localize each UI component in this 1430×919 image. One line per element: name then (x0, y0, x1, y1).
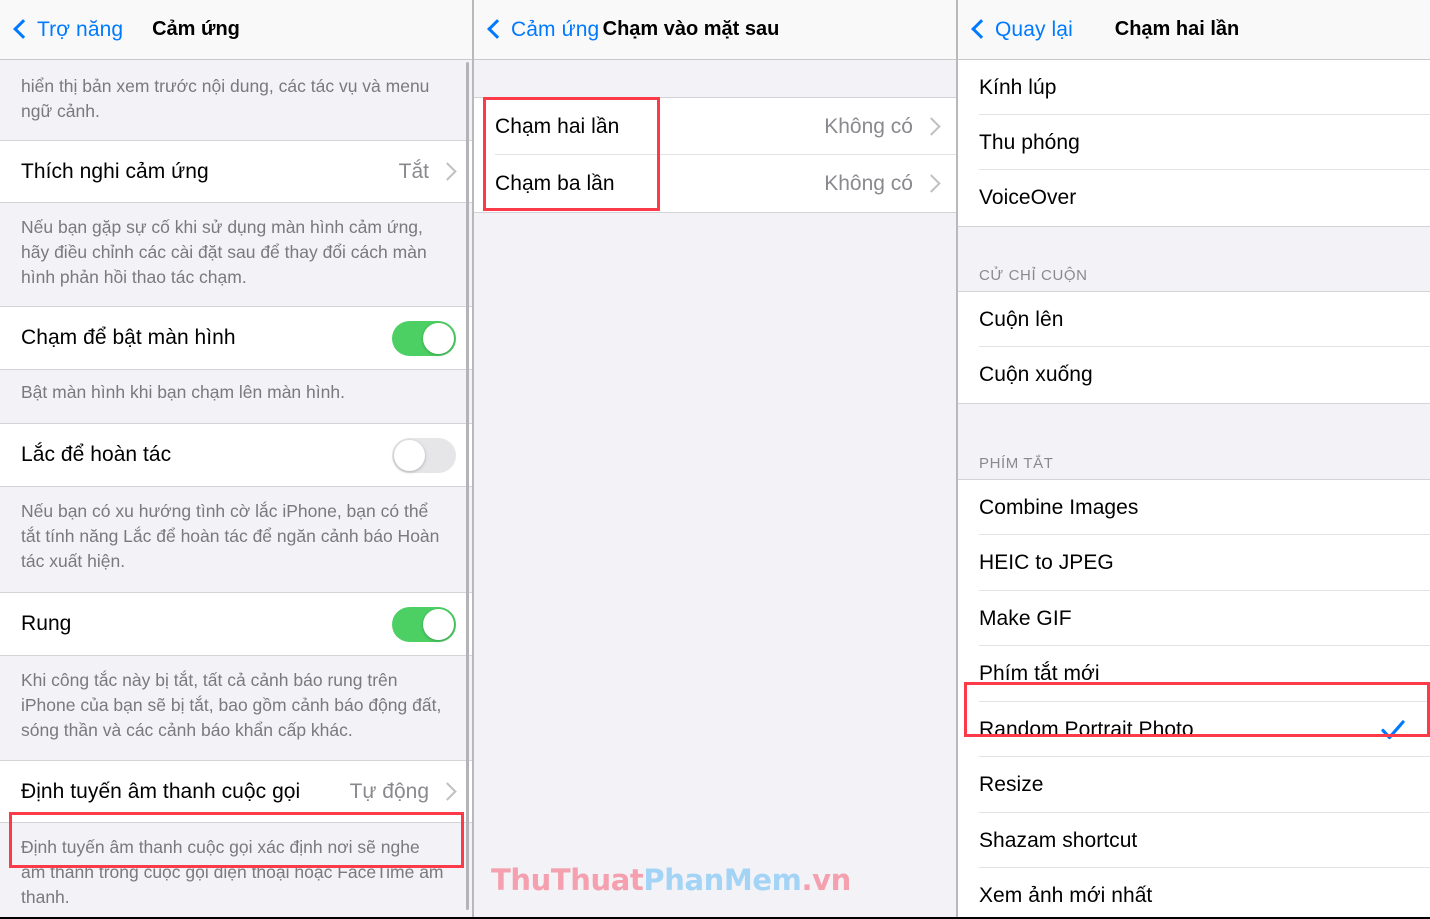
row-thich-nghi-cam-ung[interactable]: Thích nghi cảm ứng Tắt (0, 141, 472, 202)
row-label: VoiceOver (979, 186, 1077, 209)
row-label: Cuộn xuống (979, 363, 1093, 386)
note-tap-to-wake: Bật màn hình khi bạn chạm lên màn hình. (0, 370, 472, 423)
chevron-right-icon (922, 174, 941, 193)
checkmark-icon (1381, 719, 1405, 739)
toggle-knob (423, 322, 454, 354)
row-label: Chạm hai lần (495, 114, 620, 138)
watermark-part3: .vn (801, 863, 851, 897)
row-random-portrait-photo[interactable]: Random Portrait Photo (958, 702, 1430, 757)
back-button-label: Cảm ứng (511, 17, 600, 41)
row-thu-phong[interactable]: Thu phóng (958, 115, 1430, 170)
row-label: Kính lúp (979, 75, 1057, 99)
row-xem-anh-moi-nhat[interactable]: Xem ảnh mới nhất (958, 868, 1430, 919)
row-make-gif[interactable]: Make GIF (958, 591, 1430, 646)
chevron-left-icon (487, 19, 507, 39)
row-label: Chạm ba lần (495, 171, 615, 195)
row-label: Chạm để bật màn hình (21, 326, 236, 349)
row-value: Không có (824, 171, 913, 195)
back-button-quay-lai[interactable]: Quay lại (958, 18, 1073, 42)
scroll-body-left[interactable]: hiển thị bản xem trước nội dung, các tác… (0, 60, 472, 919)
chevron-right-icon (922, 117, 941, 136)
back-button-label: Trợ năng (37, 17, 124, 41)
group-shake-to-undo: Lắc để hoàn tác (0, 423, 472, 487)
navbar-right: Quay lại Chạm hai lần (958, 0, 1430, 60)
row-label: Cuộn lên (979, 307, 1064, 331)
panel-cam-ung: Trợ năng Cảm ứng hiển thị bản xem trước … (0, 0, 472, 919)
note-vibration: Khi công tắc này bị tắt, tất cả cảnh báo… (0, 656, 472, 760)
chevron-left-icon (13, 19, 33, 39)
row-cham-hai-lan[interactable]: Chạm hai lần Không có (474, 98, 956, 155)
scrollbar-left[interactable] (466, 62, 469, 910)
row-label: Phím tắt mới (979, 662, 1100, 685)
watermark-thuthuatphanmem: ThuThuatPhanMem.vn (491, 863, 851, 897)
row-combine-images[interactable]: Combine Images (958, 480, 1430, 535)
group-back-tap-options: Chạm hai lần Không có Chạm ba lần Không … (474, 97, 956, 213)
navbar-middle: Cảm ứng Chạm vào mặt sau (474, 0, 956, 60)
toggle-shake-to-undo[interactable] (392, 437, 456, 473)
watermark-part2: PhanMem (643, 863, 802, 897)
row-value: Tự động (349, 779, 429, 803)
toggle-knob (394, 439, 425, 471)
row-dinh-tuyen-am-thanh-cuoc-goi[interactable]: Định tuyến âm thanh cuộc gọi Tự động (0, 761, 472, 822)
row-shazam-shortcut[interactable]: Shazam shortcut (958, 813, 1430, 868)
three-panel-screenshot: Trợ năng Cảm ứng hiển thị bản xem trước … (0, 0, 1430, 919)
note-haptic-touch: Nếu bạn gặp sự cố khi sử dụng màn hình c… (0, 203, 472, 306)
note-call-audio-routing: Định tuyến âm thanh cuộc gọi xác định nơ… (0, 823, 472, 919)
group-tap-to-wake: Chạm để bật màn hình (0, 306, 472, 370)
row-resize[interactable]: Resize (958, 757, 1430, 813)
scroll-body-middle[interactable]: Chạm hai lần Không có Chạm ba lần Không … (474, 60, 956, 919)
row-label: Resize (979, 773, 1044, 796)
top-spacer (474, 60, 956, 97)
back-button-tro-nang[interactable]: Trợ năng (0, 18, 123, 42)
panel-cham-vao-mat-sau: Cảm ứng Chạm vào mặt sau Chạm hai lần Kh… (472, 0, 956, 919)
row-label: HEIC to JPEG (979, 551, 1114, 574)
row-label: Make GIF (979, 606, 1072, 630)
chevron-right-icon (438, 162, 457, 181)
row-label: Rung (21, 612, 72, 635)
row-cuon-xuong[interactable]: Cuộn xuống (958, 347, 1430, 403)
section-header-cu-chi-cuon: CỬ CHỈ CUỘN (958, 227, 1430, 291)
row-label: Lắc để hoàn tác (21, 443, 172, 466)
row-cham-ba-lan[interactable]: Chạm ba lần Không có (474, 155, 956, 212)
row-cham-de-bat-man-hinh[interactable]: Chạm để bật màn hình (0, 307, 472, 369)
watermark-part1: ThuThuat (491, 863, 644, 897)
row-label: Shazam shortcut (979, 828, 1138, 852)
group-scroll-gestures: Cuộn lên Cuộn xuống (958, 291, 1430, 404)
chevron-left-icon (971, 19, 991, 39)
row-value: Tắt (398, 159, 429, 183)
section-header-phim-tat: PHÍM TẮT (958, 404, 1430, 479)
row-rung[interactable]: Rung (0, 593, 472, 655)
note-shake-to-undo: Nếu bạn có xu hướng tình cờ lắc iPhone, … (0, 487, 472, 592)
row-kinh-lup[interactable]: Kính lúp (958, 60, 1430, 115)
group-shortcuts: Combine Images HEIC to JPEG Make GIF Phí… (958, 479, 1430, 919)
toggle-tap-to-wake[interactable] (392, 320, 456, 356)
chevron-right-icon (438, 782, 457, 801)
row-label: Định tuyến âm thanh cuộc gọi (21, 779, 301, 803)
toggle-knob (423, 608, 454, 640)
group-haptic-touch: Thích nghi cảm ứng Tắt (0, 140, 472, 203)
row-label: Random Portrait Photo (979, 717, 1194, 741)
group-accessibility-features: Kính lúp Thu phóng VoiceOver (958, 60, 1430, 227)
row-label: Thu phóng (979, 130, 1080, 154)
row-phim-tat-moi[interactable]: Phím tắt mới (958, 646, 1430, 702)
toggle-rung[interactable] (392, 606, 456, 642)
navbar-left: Trợ năng Cảm ứng (0, 0, 472, 60)
row-label: Combine Images (979, 495, 1139, 519)
row-heic-to-jpeg[interactable]: HEIC to JPEG (958, 535, 1430, 591)
row-label: Thích nghi cảm ứng (21, 159, 209, 183)
note-top-clipped: hiển thị bản xem trước nội dung, các tác… (0, 60, 472, 140)
row-cuon-len[interactable]: Cuộn lên (958, 292, 1430, 347)
row-lac-de-hoan-tac[interactable]: Lắc để hoàn tác (0, 424, 472, 486)
row-label: Xem ảnh mới nhất (979, 884, 1153, 907)
panel-cham-hai-lan: Quay lại Chạm hai lần Kính lúp Thu phóng… (956, 0, 1430, 919)
group-call-audio-routing: Định tuyến âm thanh cuộc gọi Tự động (0, 760, 472, 823)
group-vibration: Rung (0, 592, 472, 656)
back-button-cam-ung[interactable]: Cảm ứng (474, 18, 599, 42)
scroll-body-right[interactable]: Kính lúp Thu phóng VoiceOver CỬ CHỈ CUỘN… (958, 60, 1430, 919)
row-voiceover[interactable]: VoiceOver (958, 170, 1430, 226)
back-button-label: Quay lại (995, 17, 1073, 41)
row-value: Không có (824, 114, 913, 138)
